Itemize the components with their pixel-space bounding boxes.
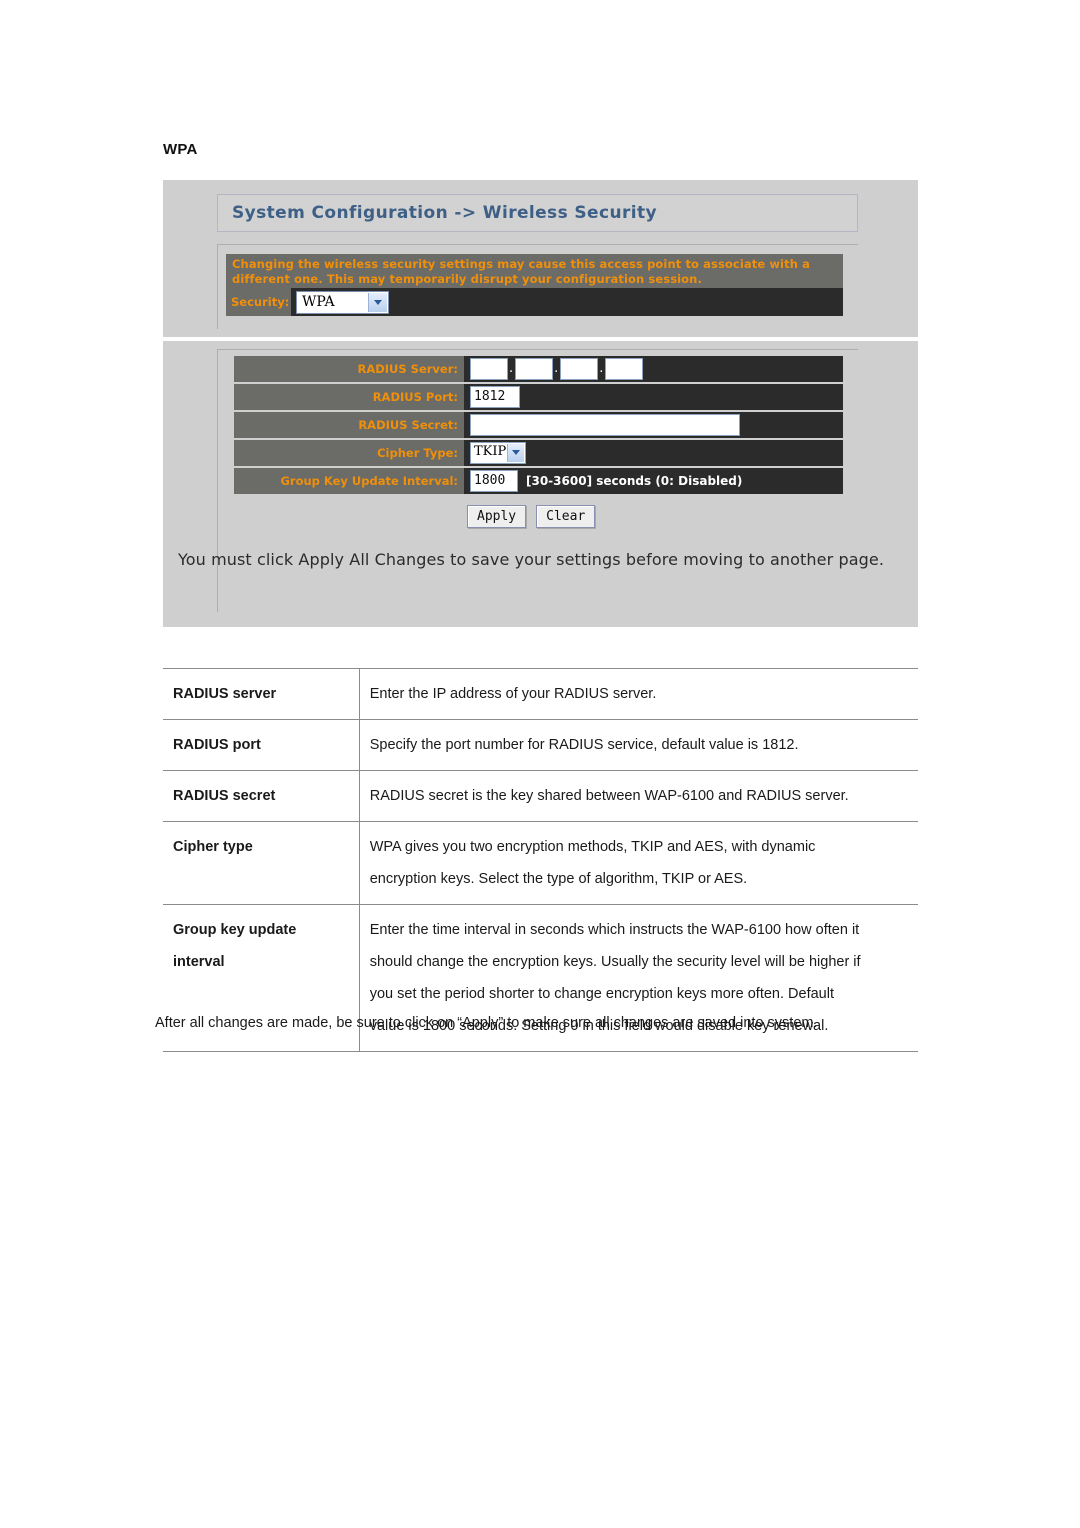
clear-button[interactable]: Clear: [536, 505, 596, 528]
table-row: RADIUS port Specify the port number for …: [163, 719, 918, 771]
radius-port-row: RADIUS Port: 1812: [234, 384, 843, 410]
description-cell: Specify the port number for RADIUS servi…: [359, 720, 918, 771]
security-mode-select[interactable]: WPA: [296, 291, 389, 314]
ip-separator-3: .: [599, 361, 604, 376]
term-label: RADIUS port: [173, 737, 261, 753]
wpa-frame-left-border: [217, 350, 218, 612]
page-title-bar: System Configuration -> Wireless Securit…: [217, 194, 858, 232]
device-web-ui-screenshot: System Configuration -> Wireless Securit…: [163, 180, 918, 627]
page-title: System Configuration -> Wireless Securit…: [232, 203, 657, 223]
ip-separator-2: .: [554, 361, 559, 376]
term-cell: Cipher type: [163, 821, 360, 905]
table-row: RADIUS server Enter the IP address of yo…: [163, 668, 918, 720]
radius-server-octet-1-input[interactable]: [470, 358, 508, 380]
term-label: Group key update: [173, 922, 297, 938]
table-row: RADIUS secret RADIUS secret is the key s…: [163, 770, 918, 822]
radius-secret-input[interactable]: [470, 414, 740, 436]
term-label: RADIUS secret: [173, 788, 276, 804]
description-line: encryption keys. Select the type of algo…: [369, 871, 748, 887]
cipher-type-label: Cipher Type:: [234, 440, 464, 466]
term-label-continued: interval: [173, 954, 225, 970]
security-warning-line-2: different one. This may temporarily disr…: [232, 272, 702, 286]
description-line: Enter the IP address of your RADIUS serv…: [369, 686, 657, 702]
term-label: RADIUS server: [173, 686, 277, 702]
radius-port-label: RADIUS Port:: [234, 384, 464, 410]
security-mode-value: WPA: [302, 294, 335, 310]
security-mode-label: Security:: [226, 288, 291, 316]
security-mode-row: Security: WPA: [226, 288, 843, 316]
radius-server-row: RADIUS Server: . . .: [234, 356, 843, 382]
chevron-down-icon[interactable]: [507, 444, 524, 462]
page-section-heading: WPA: [163, 141, 198, 158]
description-cell: RADIUS secret is the key shared between …: [359, 771, 918, 822]
closing-paragraph: After all changes are made, be sure to c…: [155, 1015, 818, 1031]
radius-port-input[interactable]: 1812: [470, 386, 520, 408]
table-row: Cipher type WPA gives you two encryption…: [163, 821, 918, 905]
term-cell: RADIUS port: [163, 719, 360, 771]
screenshot-upper-section: System Configuration -> Wireless Securit…: [163, 180, 918, 337]
apply-all-changes-note: You must click Apply All Changes to save…: [178, 550, 885, 569]
chevron-down-icon[interactable]: [368, 293, 387, 312]
cipher-type-value: TKIP: [474, 444, 507, 459]
cipher-type-select[interactable]: TKIP: [470, 442, 526, 464]
radius-server-octet-4-input[interactable]: [605, 358, 644, 380]
description-line: should change the encryption keys. Usual…: [369, 954, 861, 970]
group-key-update-interval-input[interactable]: 1800: [470, 470, 518, 492]
radius-server-octet-2-input[interactable]: [515, 358, 554, 380]
wpa-settings-form: RADIUS Server: . . . RADIUS Port: 1812 R…: [234, 356, 843, 496]
security-warning-banner: Changing the wireless security settings …: [226, 254, 843, 288]
radius-server-octet-3-input[interactable]: [560, 358, 599, 380]
group-key-update-interval-hint: [30-3600] seconds (0: Disabled): [526, 474, 743, 488]
description-line: Enter the time interval in seconds which…: [369, 922, 860, 938]
description-cell: Enter the IP address of your RADIUS serv…: [359, 669, 918, 720]
radius-secret-label: RADIUS Secret:: [234, 412, 464, 438]
description-line: Specify the port number for RADIUS servi…: [369, 737, 799, 753]
term-cell: RADIUS secret: [163, 770, 360, 822]
description-line: you set the period shorter to change enc…: [369, 986, 834, 1002]
form-buttons: Apply Clear: [467, 505, 596, 528]
security-warning-line-1: Changing the wireless security settings …: [232, 257, 810, 271]
description-line: WPA gives you two encryption methods, TK…: [369, 839, 816, 855]
apply-button[interactable]: Apply: [467, 505, 527, 528]
ip-separator-1: .: [509, 361, 514, 376]
field-description-table: RADIUS server Enter the IP address of yo…: [163, 668, 918, 1052]
description-line: RADIUS secret is the key shared between …: [369, 788, 849, 804]
radius-server-label: RADIUS Server:: [234, 356, 464, 382]
group-key-update-interval-row: Group Key Update Interval: 1800 [30-3600…: [234, 468, 843, 494]
description-cell: WPA gives you two encryption methods, TK…: [359, 822, 918, 905]
radius-server-ip-group: . . .: [470, 358, 644, 380]
term-cell: RADIUS server: [163, 668, 360, 720]
radius-secret-row: RADIUS Secret:: [234, 412, 843, 438]
group-key-update-interval-label: Group Key Update Interval:: [234, 468, 464, 494]
section-frame-left-border: [217, 245, 218, 329]
cipher-type-row: Cipher Type: TKIP: [234, 440, 843, 466]
term-label: Cipher type: [173, 839, 253, 855]
field-description-table-body: RADIUS server Enter the IP address of yo…: [163, 668, 918, 1052]
